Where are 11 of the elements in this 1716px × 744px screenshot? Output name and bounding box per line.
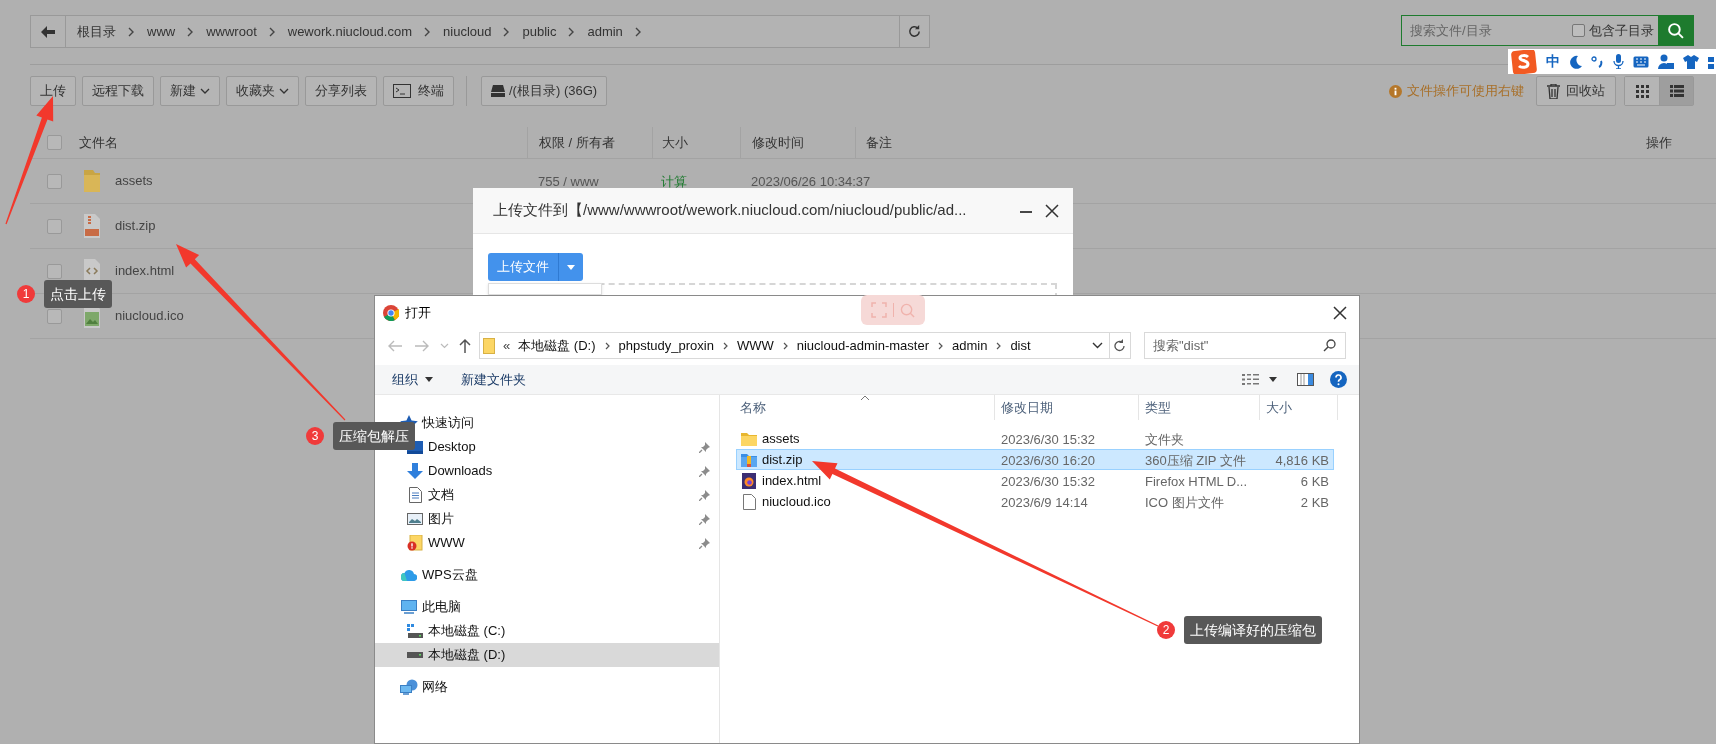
step-number: 3 [306,427,324,445]
modified-time: 2023/06/26 10:34:37 [751,174,871,189]
window-title: 打开 [405,303,431,322]
checkbox-label: 包含子目录 [1589,21,1654,40]
step-number: 1 [17,285,35,303]
hint-text: 文件操作可使用右键 [1407,82,1524,101]
dialog-title: 上传文件到【/www/wwwroot/wework.niucloud.com/niucloud/public/ad... [493,200,968,221]
callout-label: 压缩包解压 [333,422,415,450]
callout-label: 点击上传 [44,280,112,308]
callout-label: 上传编译好的压缩包 [1184,616,1322,644]
permission-text: 755 / www [538,174,599,189]
